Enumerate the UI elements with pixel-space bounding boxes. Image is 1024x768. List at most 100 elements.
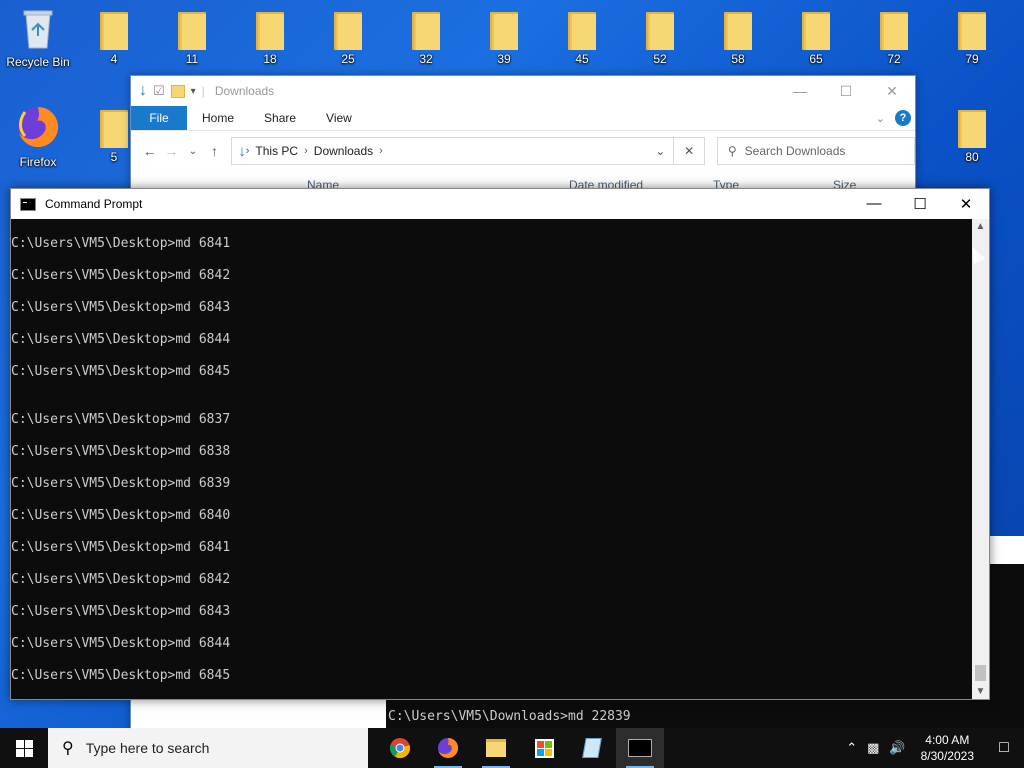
scroll-up-icon[interactable]: ▲ — [972, 221, 989, 232]
cmd-icon — [628, 739, 652, 757]
notifications-icon[interactable]: □ — [984, 739, 1024, 757]
folder-desktop-icon[interactable]: 4 — [82, 4, 146, 66]
back-arrow-icon[interactable]: ← — [139, 143, 161, 159]
desktop-icon-label: 25 — [341, 52, 355, 66]
forward-arrow-icon[interactable]: → — [161, 143, 183, 159]
folder-desktop-icon[interactable]: 25 — [316, 4, 380, 66]
address-bar[interactable]: ↓ › This PC › Downloads › ⌄ — [231, 137, 675, 165]
windows-logo-icon — [15, 739, 33, 757]
recycle-bin-desktop-icon[interactable]: Recycle Bin — [6, 6, 70, 69]
recent-locations-icon[interactable]: ⌄ — [182, 146, 204, 157]
up-arrow-icon[interactable]: ↑ — [204, 143, 226, 159]
folder-desktop-icon[interactable]: 11 — [160, 4, 224, 66]
cmd-line: C:\Users\VM5\Desktop>md 6839 — [11, 476, 231, 491]
tab-file[interactable]: File — [131, 106, 187, 130]
taskbar-store[interactable] — [520, 728, 568, 768]
folder-icon — [100, 12, 128, 50]
scroll-thumb[interactable] — [975, 665, 986, 681]
desktop-icon-label: 11 — [185, 52, 199, 66]
taskbar-firefox[interactable] — [424, 728, 472, 768]
cmd-line: C:\Users\VM5\Desktop>md 6845 — [11, 364, 231, 379]
folder-desktop-icon[interactable]: 45 — [550, 4, 614, 66]
tab-share[interactable]: Share — [249, 111, 311, 125]
close-button[interactable]: ✕ — [869, 83, 915, 100]
desktop-icon-label: 18 — [263, 52, 277, 66]
cmd-line: C:\Users\VM5\Desktop>md 6842 — [11, 572, 231, 587]
breadcrumb-downloads[interactable]: Downloads — [308, 144, 379, 158]
vertical-scrollbar[interactable]: ▲ ▼ — [972, 219, 989, 699]
folder-small-icon[interactable] — [170, 84, 185, 98]
desktop-icon-label: 65 — [809, 52, 823, 66]
folder-desktop-icon[interactable]: 52 — [628, 4, 692, 66]
folder-desktop-icon[interactable]: 80 — [940, 102, 1004, 164]
cmd-output[interactable]: C:\Users\VM5\Desktop>md 6841 C:\Users\VM… — [11, 219, 971, 699]
tab-view[interactable]: View — [311, 111, 367, 125]
volume-icon[interactable]: 🔊 — [884, 740, 910, 756]
show-hidden-icons-icon[interactable]: ⌃ — [841, 740, 862, 756]
clock-time: 4:00 AM — [925, 733, 970, 747]
folder-desktop-icon[interactable]: 65 — [784, 4, 848, 66]
taskbar-chrome[interactable] — [376, 728, 424, 768]
quick-access-toolbar: ↓ ☑ ▾ | — [139, 82, 205, 99]
taskbar-search-box[interactable]: ⚲ Type here to search — [48, 728, 368, 768]
firefox-desktop-icon[interactable]: Firefox — [6, 104, 70, 169]
folder-desktop-icon[interactable]: 32 — [394, 4, 458, 66]
folder-icon — [490, 12, 518, 50]
desktop-icon-label: 52 — [653, 52, 667, 66]
address-dropdown-icon[interactable]: ⌄ — [655, 144, 673, 158]
firefox-icon — [438, 737, 459, 758]
close-button[interactable]: ✕ — [943, 195, 989, 213]
explorer-title: Downloads — [214, 84, 275, 98]
scroll-down-icon[interactable]: ▼ — [972, 686, 989, 697]
cmd-line: C:\Users\VM5\Downloads>md 22839 — [388, 709, 631, 724]
taskbar-command-prompt[interactable] — [616, 728, 664, 768]
taskbar-file-explorer[interactable] — [472, 728, 520, 768]
taskbar-apps — [376, 728, 664, 768]
explorer-title-bar[interactable]: ↓ ☑ ▾ | Downloads — ☐ ✕ — [131, 76, 915, 106]
breadcrumb-this-pc[interactable]: This PC — [249, 144, 304, 158]
customize-toolbar-icon[interactable]: ▾ — [191, 86, 196, 97]
search-box[interactable]: ⚲ Search Downloads — [716, 137, 915, 165]
folder-desktop-icon[interactable]: 79 — [940, 4, 1004, 66]
folder-icon — [412, 12, 440, 50]
maximize-button[interactable]: ☐ — [897, 195, 943, 213]
folder-desktop-icon[interactable]: 39 — [472, 4, 536, 66]
clock[interactable]: 4:00 AM 8/30/2023 — [911, 732, 984, 764]
folder-desktop-icon[interactable]: 58 — [706, 4, 770, 66]
folder-icon — [334, 12, 362, 50]
folder-icon — [100, 110, 128, 148]
cmd-line: C:\Users\VM5\Desktop>md 6838 — [11, 444, 231, 459]
desktop-icon-label: 72 — [887, 52, 901, 66]
taskbar-search-placeholder: Type here to search — [85, 740, 210, 756]
desktop-icon-label: 45 — [575, 52, 589, 66]
start-button[interactable] — [0, 728, 48, 768]
ribbon-tabs: File Home Share View ⌄ ? — [131, 106, 915, 131]
desktop-icon-label: Firefox — [19, 155, 57, 169]
taskbar-notepad[interactable] — [568, 728, 616, 768]
network-icon[interactable]: ▩ — [862, 740, 884, 756]
system-tray: ⌃ ▩ 🔊 4:00 AM 8/30/2023 □ — [841, 728, 1024, 768]
properties-icon[interactable]: ☑ — [153, 83, 165, 99]
folder-icon — [958, 110, 986, 148]
desktop-icon-label: 4 — [110, 52, 118, 66]
tab-home[interactable]: Home — [187, 111, 249, 125]
clear-address-icon[interactable]: ✕ — [674, 137, 705, 165]
expand-ribbon-icon[interactable]: ⌄ — [876, 112, 885, 125]
cmd-line: C:\Users\VM5\Desktop>md 6843 — [11, 300, 231, 315]
cmd-title-bar[interactable]: Command Prompt — ☐ ✕ — [11, 189, 989, 219]
navigation-bar: ← → ⌄ ↑ ↓ › This PC › Downloads › ⌄ ✕ ⚲ … — [131, 131, 915, 171]
firefox-icon — [18, 106, 59, 147]
folder-icon — [646, 12, 674, 50]
recycle-bin-icon — [23, 10, 53, 49]
cmd-line: C:\Users\VM5\Desktop>md 6837 — [11, 412, 231, 427]
help-icon[interactable]: ? — [895, 110, 911, 126]
minimize-button[interactable]: — — [851, 195, 897, 213]
folder-desktop-icon[interactable]: 18 — [238, 4, 302, 66]
minimize-button[interactable]: — — [777, 83, 823, 100]
folder-icon — [802, 12, 830, 50]
folder-desktop-icon[interactable]: 72 — [862, 4, 926, 66]
cmd-line: C:\Users\VM5\Desktop>md 6841 — [11, 236, 231, 251]
store-bag-icon — [534, 738, 554, 758]
cmd-line: C:\Users\VM5\Desktop>md 6844 — [11, 332, 231, 347]
maximize-button[interactable]: ☐ — [823, 83, 869, 100]
